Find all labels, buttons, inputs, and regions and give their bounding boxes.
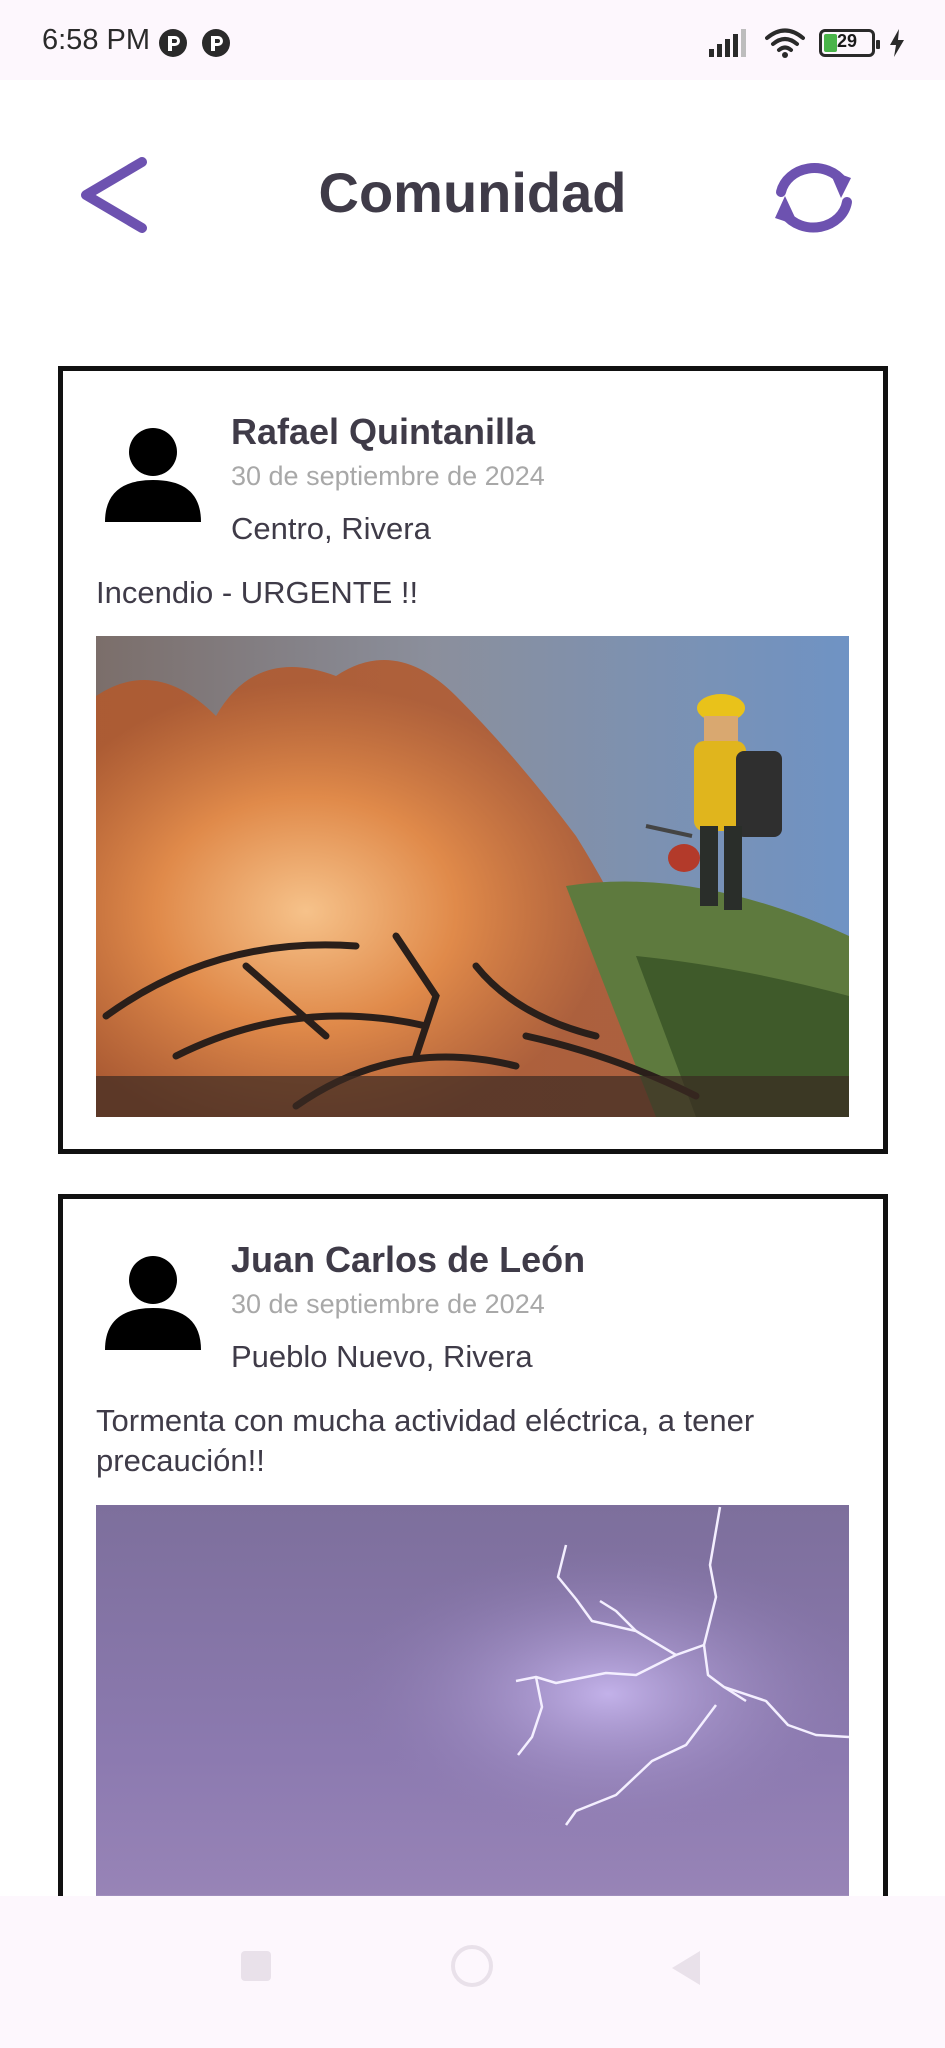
system-nav-bar [0,1896,945,2048]
app-notification-icon [159,29,187,57]
post-card[interactable]: Juan Carlos de León 30 de septiembre de … [58,1194,888,1896]
avatar-icon [105,428,201,522]
back-icon[interactable] [672,1951,700,1985]
post-author: Rafael Quintanilla [231,411,536,452]
signal-icon [709,29,746,57]
home-icon[interactable] [451,1945,493,1987]
status-bar: 6:58 PM 29 [0,0,945,80]
post-date: 30 de septiembre de 2024 [231,461,545,491]
refresh-button[interactable] [763,156,863,238]
lightning-photo [96,1505,849,1896]
post-date: 30 de septiembre de 2024 [231,1289,545,1319]
post-location: Pueblo Nuevo, Rivera [231,1339,533,1374]
post-text: Incendio - URGENTE !! [96,575,419,610]
post-location: Centro, Rivera [231,511,431,546]
post-text: Tormenta con mucha actividad eléctrica, … [96,1403,755,1478]
app-header: Comunidad [0,80,945,300]
wifi-icon [765,28,805,58]
battery-level-text: 29 [836,31,858,51]
charging-icon [890,29,904,57]
battery-icon: 29 [819,29,880,57]
status-time: 6:58 PM [42,24,150,56]
post-image[interactable] [96,1505,849,1896]
avatar-icon [105,1256,201,1350]
refresh-icon [775,163,852,233]
post-author: Juan Carlos de León [231,1239,586,1280]
battery-nub [876,40,880,49]
status-icons: 29 [709,26,905,60]
post-image[interactable] [96,636,849,1117]
recents-icon[interactable] [241,1951,271,1981]
community-feed[interactable]: Rafael Quintanilla 30 de septiembre de 2… [0,300,945,1896]
wildfire-photo [96,636,849,1117]
app-notification-icon [202,29,230,57]
post-card[interactable]: Rafael Quintanilla 30 de septiembre de 2… [58,366,888,1154]
